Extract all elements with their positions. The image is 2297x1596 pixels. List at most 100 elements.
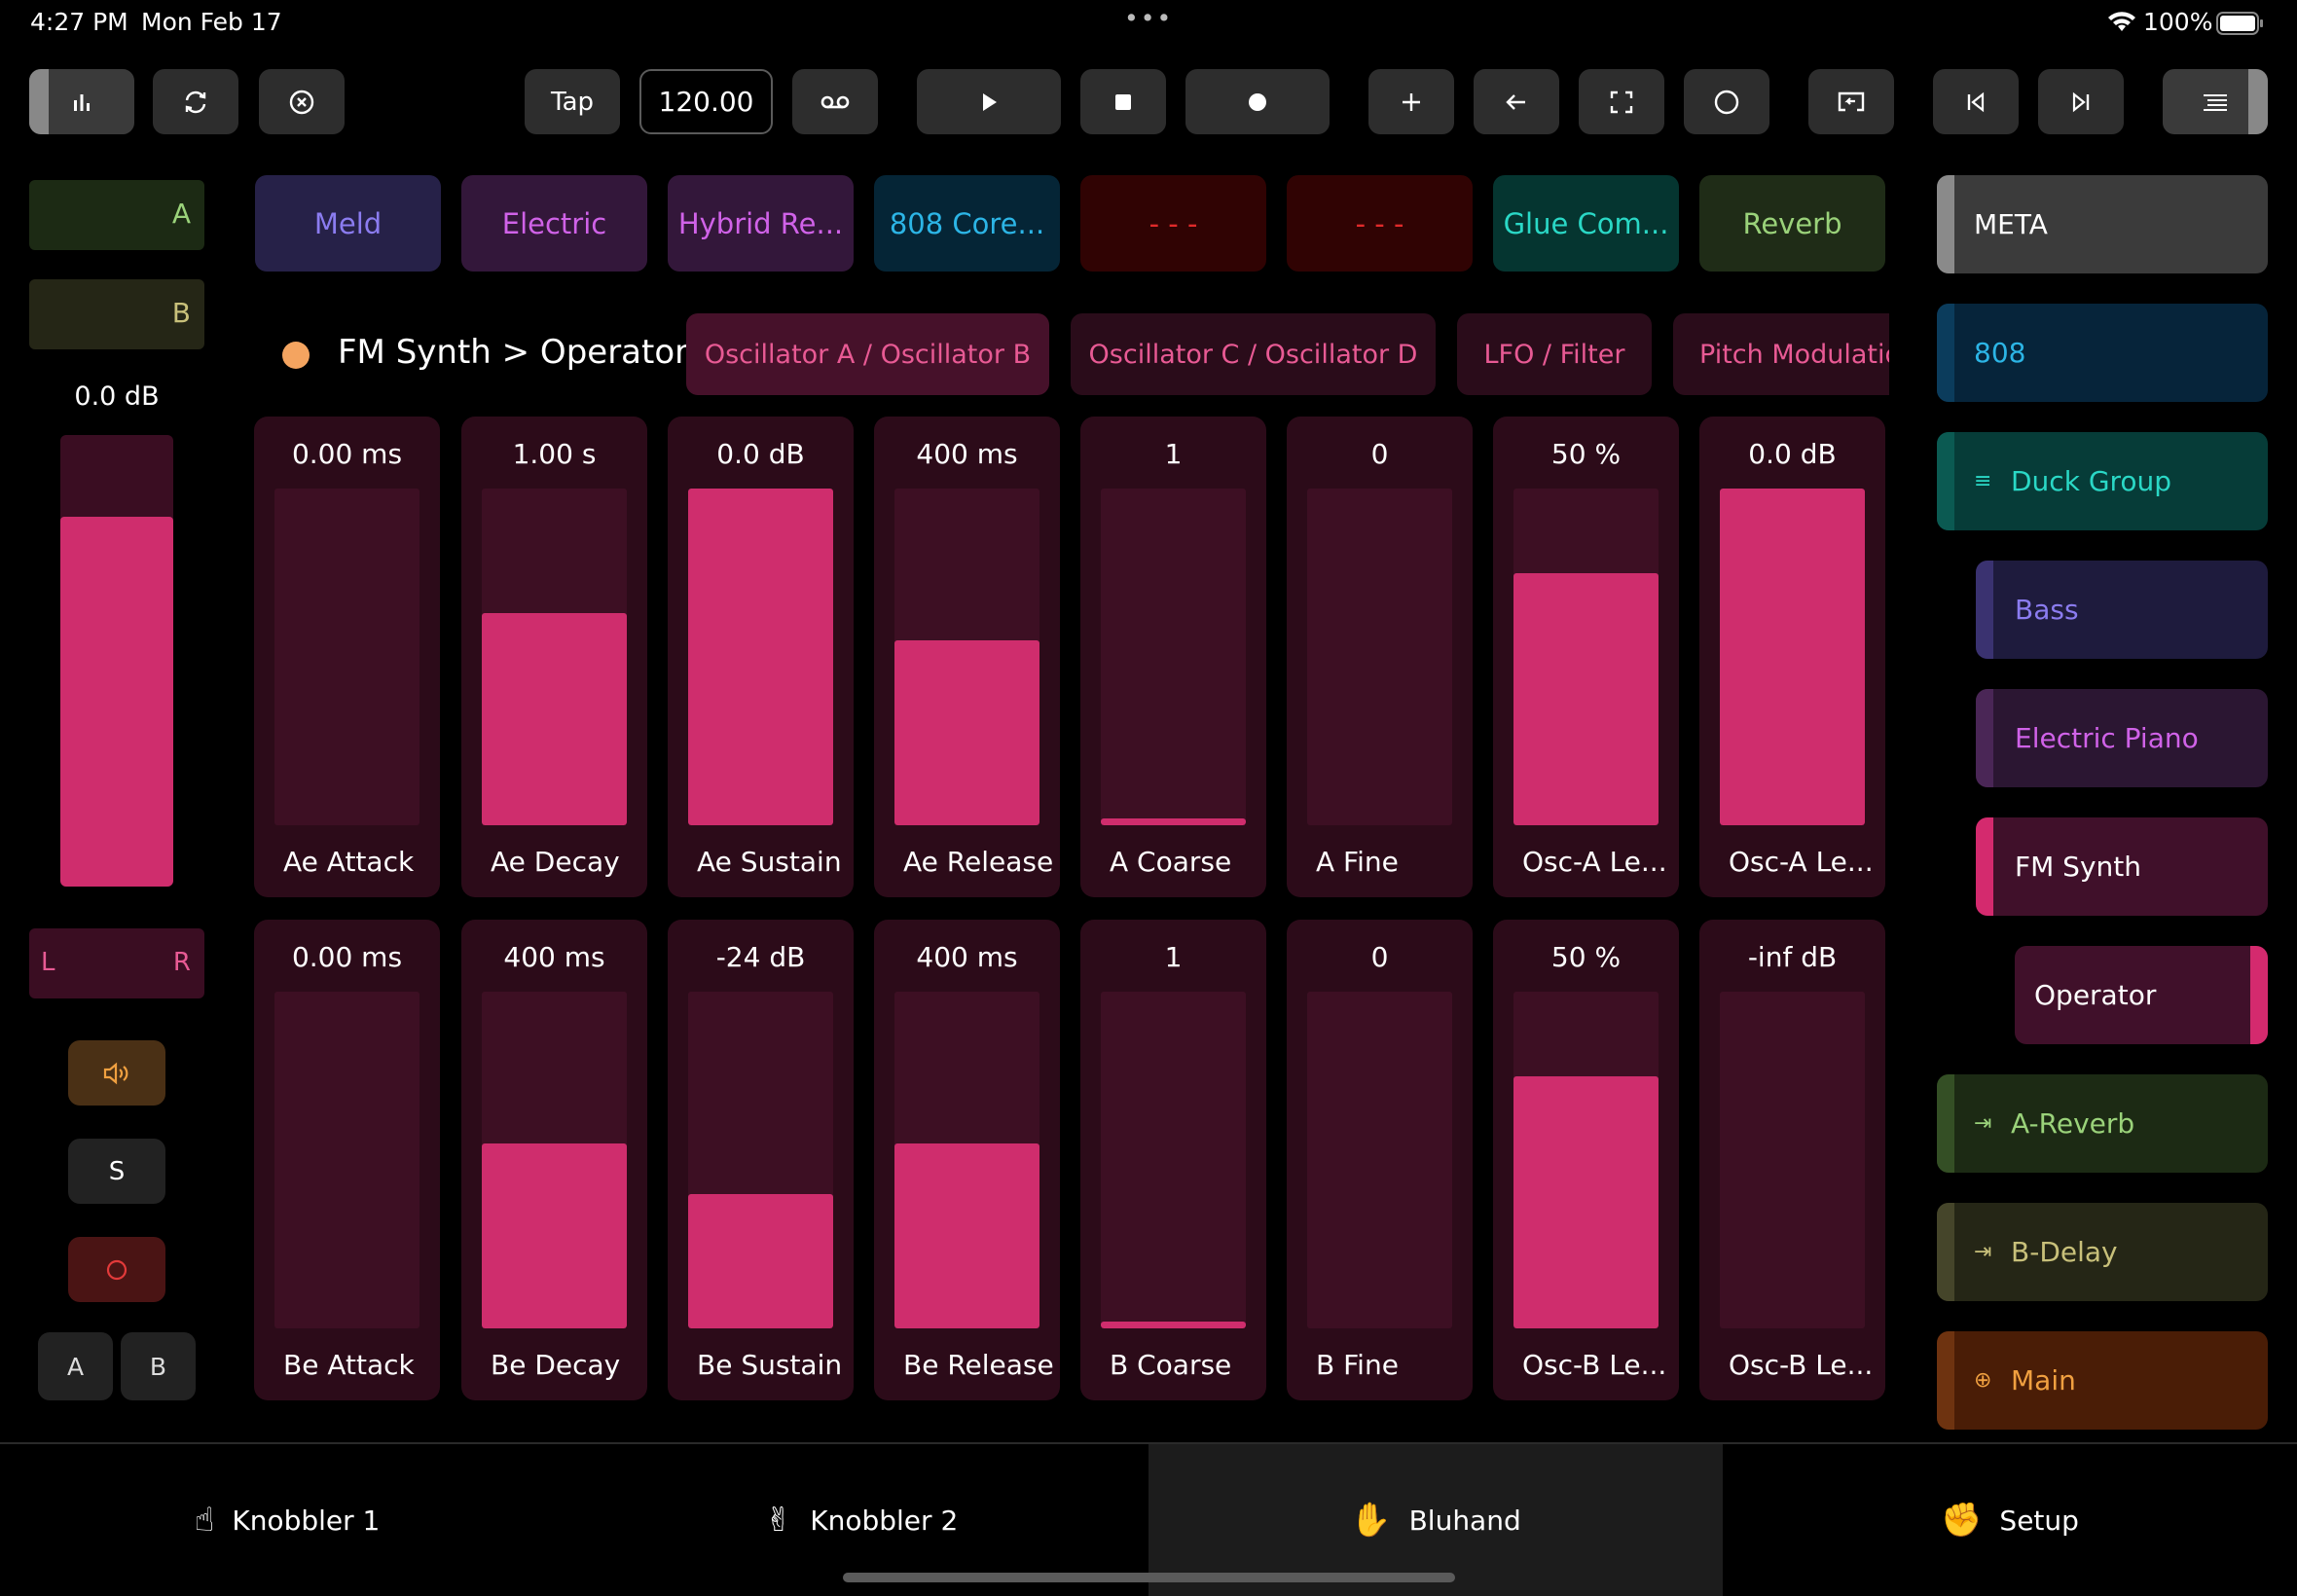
param-control[interactable]: 1.00 s Ae Decay	[461, 417, 647, 897]
stop-button[interactable]	[1080, 69, 1166, 134]
param-slider[interactable]	[274, 992, 419, 1328]
param-label: Osc-B Le...	[1522, 1349, 1667, 1381]
tab-osc-c-d[interactable]: Oscillator C / Oscillator D	[1071, 313, 1436, 395]
param-control[interactable]: 0.0 dB Ae Sustain	[668, 417, 854, 897]
capture-button[interactable]	[1808, 69, 1894, 134]
param-slider[interactable]	[894, 992, 1039, 1328]
track-operator[interactable]: Operator	[2015, 946, 2268, 1044]
param-control[interactable]: 0.0 dB Osc-A Le...	[1699, 417, 1885, 897]
previous-button[interactable]	[1933, 69, 2019, 134]
param-slider[interactable]	[1307, 489, 1452, 825]
param-control[interactable]: 0 A Fine	[1287, 417, 1473, 897]
param-value: 0.0 dB	[716, 438, 805, 470]
loop-button[interactable]	[792, 69, 878, 134]
refresh-button[interactable]	[153, 69, 238, 134]
param-slider[interactable]	[482, 992, 627, 1328]
device-6[interactable]: - - -	[1287, 175, 1473, 272]
device-7[interactable]: Glue Com...	[1493, 175, 1679, 272]
play-button[interactable]	[917, 69, 1061, 134]
track-meta[interactable]: META	[1937, 175, 2268, 273]
ab-a-button[interactable]: A	[38, 1332, 113, 1400]
param-control[interactable]: 400 ms Ae Release	[874, 417, 1060, 897]
home-indicator	[843, 1573, 1455, 1582]
param-control[interactable]: 400 ms Be Decay	[461, 920, 647, 1400]
param-control[interactable]: -inf dB Osc-B Le...	[1699, 920, 1885, 1400]
track-type-icon: ⇥	[1974, 1111, 1992, 1136]
record-button[interactable]	[1185, 69, 1330, 134]
volume-fader[interactable]	[60, 435, 173, 887]
device-5[interactable]: - - -	[1080, 175, 1266, 272]
device-1[interactable]: Meld	[255, 175, 441, 272]
track-electric-piano[interactable]: Electric Piano	[1976, 689, 2268, 787]
tab-pitch-modulation[interactable]: Pitch Modulatio	[1673, 313, 1889, 395]
next-button[interactable]	[2038, 69, 2124, 134]
param-control[interactable]: -24 dB Be Sustain	[668, 920, 854, 1400]
multitask-dots[interactable]: •••	[1124, 4, 1173, 32]
slot-b[interactable]: B	[29, 279, 204, 349]
param-slider[interactable]	[274, 489, 419, 825]
param-slider-fill	[1720, 489, 1865, 825]
param-control[interactable]: 50 % Osc-A Le...	[1493, 417, 1679, 897]
param-slider[interactable]	[1720, 992, 1865, 1328]
nav-tab-label: Bluhand	[1408, 1504, 1521, 1537]
param-control[interactable]: 0.00 ms Ae Attack	[254, 417, 440, 897]
param-slider[interactable]	[482, 489, 627, 825]
param-control[interactable]: 0 B Fine	[1287, 920, 1473, 1400]
arm-button[interactable]	[68, 1237, 165, 1302]
param-control[interactable]: 400 ms Be Release	[874, 920, 1060, 1400]
device-2[interactable]: Electric	[461, 175, 647, 272]
param-value: 1	[1164, 438, 1183, 470]
track-b-delay[interactable]: ⇥ B-Delay	[1937, 1203, 2268, 1301]
pan-control[interactable]: L R	[29, 928, 204, 998]
param-value: 1.00 s	[512, 438, 597, 470]
param-slider[interactable]	[1720, 489, 1865, 825]
track-type-icon: ≡	[1974, 469, 1992, 493]
track-color-bar	[1937, 175, 1954, 273]
param-slider[interactable]	[688, 489, 833, 825]
param-control[interactable]: 0.00 ms Be Attack	[254, 920, 440, 1400]
add-button[interactable]	[1368, 69, 1454, 134]
param-slider[interactable]	[894, 489, 1039, 825]
mute-button[interactable]	[68, 1040, 165, 1106]
track-808[interactable]: 808	[1937, 304, 2268, 402]
cancel-button[interactable]	[259, 69, 345, 134]
circle-button[interactable]	[1684, 69, 1769, 134]
track-bass[interactable]: Bass	[1976, 561, 2268, 659]
device-4[interactable]: 808 Core...	[874, 175, 1060, 272]
solo-button[interactable]: S	[68, 1139, 165, 1204]
param-slider-fill	[1101, 818, 1246, 825]
tab-osc-a-b[interactable]: Oscillator A / Oscillator B	[686, 313, 1049, 395]
param-slider[interactable]	[688, 992, 833, 1328]
param-control[interactable]: 1 A Coarse	[1080, 417, 1266, 897]
param-control[interactable]: 1 B Coarse	[1080, 920, 1266, 1400]
slot-a[interactable]: A	[29, 180, 204, 250]
status-time: 4:27 PM	[30, 8, 128, 36]
param-value: 0	[1370, 438, 1389, 470]
device-8[interactable]: Reverb	[1699, 175, 1885, 272]
track-a-reverb[interactable]: ⇥ A-Reverb	[1937, 1074, 2268, 1173]
track-main[interactable]: ⊕ Main	[1937, 1331, 2268, 1430]
nav-tab-knobbler-1[interactable]: ☝ Knobbler 1	[0, 1444, 574, 1596]
param-slider[interactable]	[1101, 992, 1246, 1328]
tap-tempo-button[interactable]: Tap	[525, 69, 620, 134]
back-button[interactable]	[1474, 69, 1559, 134]
device-3[interactable]: Hybrid Re...	[668, 175, 854, 272]
mixer-view-button[interactable]	[29, 69, 134, 134]
param-slider[interactable]	[1513, 489, 1659, 825]
track-duck-group[interactable]: ≡ Duck Group	[1937, 432, 2268, 530]
param-slider-fill	[1513, 1075, 1659, 1328]
track-fm-synth[interactable]: FM Synth	[1976, 817, 2268, 916]
track-list-button[interactable]	[2163, 69, 2268, 134]
nav-tab-setup[interactable]: ✊ Setup	[1723, 1444, 2297, 1596]
param-slider[interactable]	[1307, 992, 1452, 1328]
param-value: 0.00 ms	[291, 438, 403, 470]
fullscreen-button[interactable]	[1579, 69, 1664, 134]
tempo-field[interactable]: 120.00	[639, 69, 773, 134]
param-slider-fill	[1101, 1322, 1246, 1328]
tab-lfo-filter[interactable]: LFO / Filter	[1457, 313, 1652, 395]
hand-gesture-icon: ✌	[764, 1501, 793, 1540]
param-slider[interactable]	[1101, 489, 1246, 825]
ab-b-button[interactable]: B	[121, 1332, 196, 1400]
param-slider[interactable]	[1513, 992, 1659, 1328]
param-control[interactable]: 50 % Osc-B Le...	[1493, 920, 1679, 1400]
